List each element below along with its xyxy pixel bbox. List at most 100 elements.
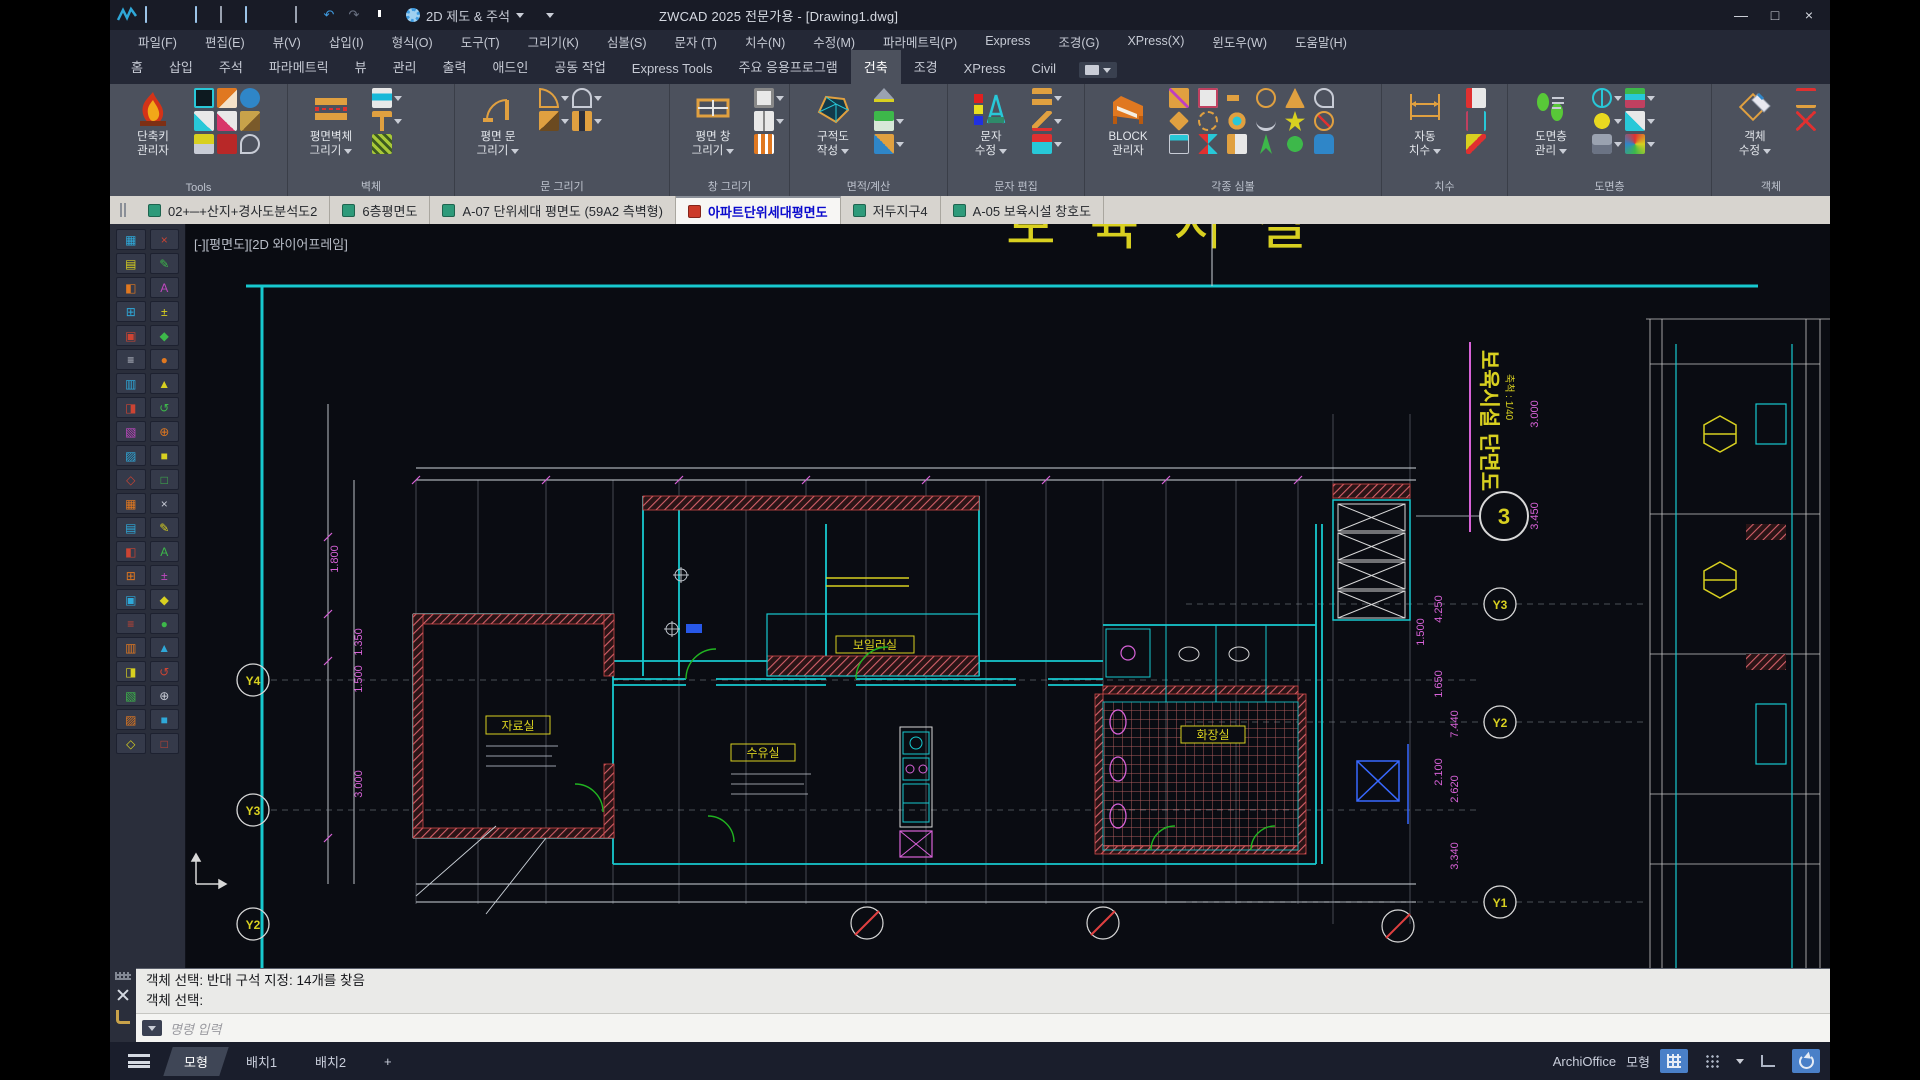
redo-icon[interactable]: ↷: [345, 7, 363, 23]
toolbar-icon[interactable]: ±: [150, 301, 180, 322]
toolbar-icon[interactable]: □: [150, 733, 180, 754]
ribbon-tab[interactable]: Express Tools: [619, 54, 726, 84]
workspace-switcher[interactable]: 2D 제도 & 주석: [398, 4, 532, 27]
curve-symbol-icon[interactable]: [1256, 111, 1276, 131]
toolbar-icon[interactable]: ×: [150, 229, 180, 250]
floor-plan[interactable]: 보육시설: [186, 224, 1830, 968]
door-elev-icon[interactable]: [539, 111, 559, 131]
hamburger-menu-icon[interactable]: [128, 1054, 150, 1068]
toolbar-icon[interactable]: ▧: [116, 685, 146, 706]
toolbar-icon[interactable]: ●: [150, 613, 180, 634]
arrow-symbol-icon[interactable]: [1227, 88, 1247, 108]
command-input[interactable]: 명령 입력: [136, 1013, 1830, 1042]
toolbar-icon[interactable]: ▨: [116, 445, 146, 466]
valve-symbol-icon[interactable]: [1198, 134, 1218, 154]
lock-icon[interactable]: [1592, 134, 1612, 154]
toolbar-icon[interactable]: ■: [150, 445, 180, 466]
door-double-icon[interactable]: [572, 88, 592, 108]
snap-toggle-button[interactable]: [1698, 1049, 1726, 1073]
door-swing-icon[interactable]: [539, 88, 559, 108]
text-spacing-icon[interactable]: [1032, 134, 1052, 154]
undo-icon[interactable]: ↶: [320, 7, 338, 23]
toolbar-icon[interactable]: ◧: [116, 277, 146, 298]
ribbon-tab[interactable]: 출력: [430, 50, 480, 84]
dock-grip-icon[interactable]: [115, 972, 131, 980]
toolbar-icon[interactable]: ▲: [150, 373, 180, 394]
document-tab[interactable]: 02+─+산지+경사도분석도2: [136, 196, 330, 224]
save-as-icon[interactable]: [220, 7, 238, 23]
toolbar-icon[interactable]: ▦: [116, 229, 146, 250]
menu-item[interactable]: 윈도우(W): [1198, 30, 1281, 53]
layout-tab[interactable]: 배치1: [225, 1047, 298, 1076]
plugin-label[interactable]: ArchiOffice: [1553, 1054, 1616, 1069]
ribbon-tab[interactable]: 애드인: [479, 50, 541, 84]
area-diagram-button[interactable]: 구적도 작성: [796, 88, 870, 176]
close-button[interactable]: ×: [1794, 7, 1824, 23]
object-edit-button[interactable]: 객체 수정: [1718, 88, 1792, 176]
hotkey-manager-button[interactable]: 단축키 관리자: [116, 88, 190, 176]
toolbar-options-icon[interactable]: [546, 13, 554, 18]
window-4pane-icon[interactable]: [754, 111, 774, 131]
toolbar-icon[interactable]: ●: [150, 349, 180, 370]
door-threshold-icon[interactable]: [572, 111, 592, 131]
document-tab[interactable]: 저두지구4: [841, 196, 941, 224]
ribbon-tab[interactable]: Civil: [1019, 54, 1070, 84]
toolbar-icon[interactable]: ▤: [116, 517, 146, 538]
area-pick-icon[interactable]: [874, 134, 894, 154]
toolbar-icon[interactable]: ×: [150, 493, 180, 514]
document-tab[interactable]: 6층평면도: [330, 196, 430, 224]
toolbar-icon[interactable]: ↺: [150, 397, 180, 418]
orbit-button[interactable]: [1792, 1049, 1820, 1073]
dim-vertical-icon[interactable]: [1466, 111, 1486, 131]
scissors-symbol-icon[interactable]: [1169, 88, 1189, 108]
toolbar-icon[interactable]: ⊞: [116, 565, 146, 586]
viewport-label[interactable]: [-][평면도][2D 와이어프레임]: [194, 234, 348, 253]
toolbar-icon[interactable]: ≡: [116, 349, 146, 370]
info-icon[interactable]: [240, 88, 260, 108]
layer-color-icon[interactable]: [1625, 134, 1645, 154]
window-symbol-icon[interactable]: [1198, 88, 1218, 108]
toolbar-icon[interactable]: ▥: [116, 637, 146, 658]
window-2pane-icon[interactable]: [754, 88, 774, 108]
layer-manager-button[interactable]: 도면층 관리: [1514, 88, 1588, 176]
wall-type-icon[interactable]: [372, 88, 392, 108]
plan-door-draw-button[interactable]: 평면 문 그리기: [461, 88, 535, 176]
scale-number-icon[interactable]: [1032, 88, 1052, 108]
person-doc-symbol-icon[interactable]: [1227, 134, 1247, 154]
text-style-icon[interactable]: [217, 111, 237, 131]
star-symbol-icon[interactable]: [1285, 111, 1305, 131]
dim-text-icon[interactable]: [1466, 134, 1486, 154]
toolbar-icon[interactable]: A: [150, 541, 180, 562]
layout-tab[interactable]: +: [364, 1049, 412, 1074]
grid-toggle-button[interactable]: [1660, 1049, 1688, 1073]
toolbar-icon[interactable]: ◇: [116, 733, 146, 754]
toolbar-icon[interactable]: □: [150, 469, 180, 490]
tree-symbol-icon[interactable]: [1285, 134, 1305, 154]
minimize-button[interactable]: —: [1726, 7, 1756, 23]
document-tab[interactable]: A-07 단위세대 평면도 (59A2 측벽형): [430, 196, 676, 224]
menu-item[interactable]: 도움말(H): [1281, 30, 1361, 53]
customize-wrench-icon[interactable]: [116, 1010, 130, 1024]
ribbon-display-options[interactable]: [1079, 62, 1117, 78]
eye-symbol-icon[interactable]: [1227, 111, 1247, 131]
cl-symbol-icon[interactable]: [1256, 88, 1276, 108]
dim-style-icon[interactable]: [1466, 88, 1486, 108]
toolbar-icon[interactable]: ⊕: [150, 685, 180, 706]
toolbar-icon[interactable]: ▤: [116, 253, 146, 274]
car-symbol-icon[interactable]: [1314, 134, 1334, 154]
text-width-icon[interactable]: [1032, 111, 1052, 131]
print-icon[interactable]: [270, 7, 288, 23]
toolbar-icon[interactable]: ◆: [150, 325, 180, 346]
brush-icon[interactable]: [240, 111, 260, 131]
globe-icon[interactable]: [1592, 88, 1612, 108]
close-command-icon[interactable]: [116, 988, 130, 1002]
toolbar-icon[interactable]: A: [150, 277, 180, 298]
toolbar-icon[interactable]: ◨: [116, 397, 146, 418]
toolbar-icon[interactable]: ±: [150, 565, 180, 586]
xref-icon[interactable]: [217, 134, 237, 154]
ribbon-tab[interactable]: 주요 응용프로그램: [725, 50, 850, 84]
document-tab[interactable]: 아파트단위세대평면도: [676, 196, 841, 224]
toolbar-icon[interactable]: ▣: [116, 589, 146, 610]
plan-window-draw-button[interactable]: 평면 창 그리기: [676, 88, 750, 176]
object-dim-icon[interactable]: [1796, 88, 1816, 108]
